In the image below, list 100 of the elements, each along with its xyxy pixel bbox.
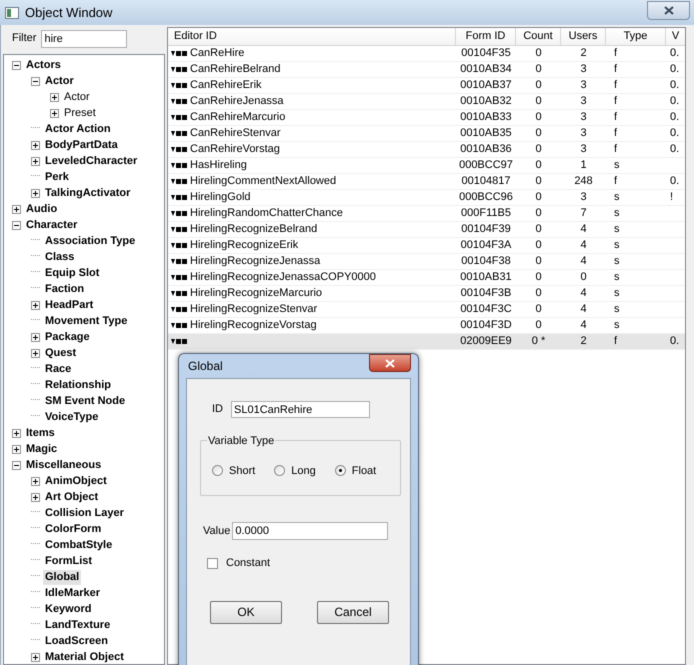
tree-item[interactable]: Actor bbox=[43, 74, 76, 88]
expand-icon[interactable] bbox=[31, 300, 40, 310]
radio-option[interactable]: Float bbox=[334, 462, 376, 479]
tree-item[interactable]: Global bbox=[43, 570, 82, 584]
table-row[interactable]: HirelingGold 000BCC96 0 3 s ! bbox=[168, 190, 685, 206]
table-row[interactable]: HirelingRecognizeJenassa 00104F38 0 4 s bbox=[168, 254, 685, 270]
table-cell-text: 0 bbox=[535, 190, 542, 206]
expand-icon[interactable] bbox=[31, 492, 40, 502]
expand-icon[interactable] bbox=[12, 204, 21, 214]
dialog-button[interactable]: Cancel bbox=[317, 600, 389, 624]
tree-item[interactable]: Preset bbox=[62, 106, 98, 120]
tree-item[interactable]: VoiceType bbox=[43, 410, 100, 424]
tree-item[interactable]: Art Object bbox=[43, 490, 100, 504]
filter-field[interactable]: hire bbox=[41, 30, 128, 48]
table-row[interactable]: CanRehireErik 0010AB37 0 3 f 0. bbox=[168, 78, 685, 94]
tree-item[interactable]: AnimObject bbox=[43, 474, 109, 488]
column-header[interactable]: Count bbox=[516, 28, 561, 45]
radio-button[interactable] bbox=[274, 465, 286, 476]
table-row[interactable]: HirelingRecognizeJenassaCOPY0000 0010AB31 0 0 s bbox=[168, 270, 685, 286]
tree-item[interactable]: Perk bbox=[43, 170, 71, 184]
table-cell-text: 0. bbox=[670, 142, 680, 158]
expand-icon[interactable] bbox=[31, 156, 40, 166]
table-row[interactable]: HirelingRecognizeBelrand 00104F39 0 4 s bbox=[168, 222, 685, 238]
table-row[interactable]: HirelingCommentNextAllowed 00104817 0 248 f 0. bbox=[168, 174, 685, 190]
tree-item[interactable]: IdleMarker bbox=[43, 586, 102, 600]
radio-button[interactable] bbox=[334, 465, 346, 476]
tree-item[interactable]: LoadScreen bbox=[43, 634, 110, 648]
tree-item[interactable]: Character bbox=[24, 218, 80, 232]
expand-icon[interactable] bbox=[31, 348, 40, 358]
checkbox[interactable] bbox=[207, 558, 218, 569]
tree-item[interactable]: Miscellaneous bbox=[24, 458, 104, 472]
dialog-button[interactable]: OK bbox=[210, 600, 282, 624]
tree-item[interactable]: Quest bbox=[43, 346, 78, 360]
expand-icon[interactable] bbox=[12, 428, 21, 438]
tree-item[interactable]: FormList bbox=[43, 554, 94, 568]
id-field[interactable]: SL01CanRehire bbox=[231, 401, 370, 418]
collapse-icon[interactable] bbox=[31, 76, 40, 86]
tree-item[interactable]: Actor bbox=[62, 90, 92, 104]
tree-item[interactable]: LandTexture bbox=[43, 618, 112, 632]
radio-option[interactable]: Long bbox=[274, 462, 316, 479]
table-row[interactable]: CanRehireJenassa 0010AB32 0 3 f 0. bbox=[168, 94, 685, 110]
radio-button[interactable] bbox=[212, 465, 223, 476]
tree-item[interactable]: Actors bbox=[24, 58, 63, 72]
expand-icon[interactable] bbox=[50, 92, 59, 102]
table-row[interactable]: HirelingRandomChatterChance 000F11B5 0 7 s bbox=[168, 206, 685, 222]
expand-icon[interactable] bbox=[31, 140, 40, 150]
table-cell-text: 0010AB31 bbox=[460, 270, 512, 286]
collapse-icon[interactable] bbox=[12, 60, 21, 70]
collapse-icon[interactable] bbox=[12, 460, 21, 470]
table-row[interactable]: CanReHire 00104F35 0 2 f 0. bbox=[168, 46, 685, 62]
expand-icon[interactable] bbox=[31, 332, 40, 342]
table-cell-text: CanRehireBelrand bbox=[190, 62, 280, 78]
expand-icon[interactable] bbox=[31, 476, 40, 486]
table-cell-text: 0. bbox=[670, 174, 680, 190]
table-row[interactable]: CanRehireBelrand 0010AB34 0 3 f 0. bbox=[168, 62, 685, 78]
expand-icon[interactable] bbox=[50, 108, 59, 118]
tree-item[interactable]: TalkingActivator bbox=[43, 186, 132, 200]
column-header[interactable]: V bbox=[666, 28, 685, 45]
tree-item[interactable]: Equip Slot bbox=[43, 266, 102, 280]
tree-item[interactable]: Magic bbox=[24, 442, 60, 456]
tree-item[interactable]: LeveledCharacter bbox=[43, 154, 140, 168]
tree-item[interactable]: CombatStyle bbox=[43, 538, 114, 552]
tree-item[interactable]: Collision Layer bbox=[43, 506, 126, 520]
column-header[interactable]: Form ID bbox=[456, 28, 516, 45]
column-header[interactable]: Type bbox=[606, 28, 666, 45]
radio-option[interactable]: Short bbox=[212, 462, 256, 479]
close-button[interactable] bbox=[369, 354, 411, 372]
table-row[interactable]: HirelingRecognizeErik 00104F3A 0 4 s bbox=[168, 238, 685, 254]
tree-item[interactable]: ColorForm bbox=[43, 522, 104, 536]
tree-item[interactable]: Association Type bbox=[43, 234, 138, 248]
table-row[interactable]: CanRehireMarcurio 0010AB33 0 3 f 0. bbox=[168, 110, 685, 126]
collapse-icon[interactable] bbox=[12, 220, 21, 230]
tree-item[interactable]: Package bbox=[43, 330, 92, 344]
table-row[interactable]: HirelingRecognizeStenvar 00104F3C 0 4 s bbox=[168, 302, 685, 318]
tree-item[interactable]: Race bbox=[43, 362, 74, 376]
table-row[interactable]: CanRehireStenvar 0010AB35 0 3 f 0. bbox=[168, 126, 685, 142]
table-row[interactable]: CanRehireVorstag 0010AB36 0 3 f 0. bbox=[168, 142, 685, 158]
expand-icon[interactable] bbox=[12, 444, 21, 454]
table-cell-text: CanReHire bbox=[190, 46, 244, 62]
tree-item[interactable]: Faction bbox=[43, 282, 86, 296]
table-row[interactable]: HirelingRecognizeMarcurio 00104F3B 0 4 s bbox=[168, 286, 685, 302]
tree-item[interactable]: Keyword bbox=[43, 602, 94, 616]
expand-icon[interactable] bbox=[31, 652, 40, 662]
table-row[interactable]: HasHireling 000BCC97 0 1 s bbox=[168, 158, 685, 174]
tree-item[interactable]: Material Object bbox=[43, 650, 126, 664]
expand-icon[interactable] bbox=[31, 188, 40, 198]
tree-item[interactable]: BodyPartData bbox=[43, 138, 120, 152]
tree-item[interactable]: Audio bbox=[24, 202, 60, 216]
tree-item[interactable]: HeadPart bbox=[43, 298, 96, 312]
tree-item[interactable]: Movement Type bbox=[43, 314, 130, 328]
tree-item[interactable]: Actor Action bbox=[43, 122, 113, 136]
tree-item[interactable]: Items bbox=[24, 426, 57, 440]
tree-item[interactable]: Relationship bbox=[43, 378, 114, 392]
tree-item[interactable]: Class bbox=[43, 250, 76, 264]
column-header[interactable]: Editor ID bbox=[168, 28, 456, 45]
tree-item[interactable]: SM Event Node bbox=[43, 394, 128, 408]
table-row[interactable]: 02009EE9 0 * 2 f 0. bbox=[168, 334, 685, 350]
column-header[interactable]: Users bbox=[561, 28, 606, 45]
close-button[interactable] bbox=[647, 1, 690, 20]
value-field[interactable]: 0.0000 bbox=[232, 522, 388, 540]
